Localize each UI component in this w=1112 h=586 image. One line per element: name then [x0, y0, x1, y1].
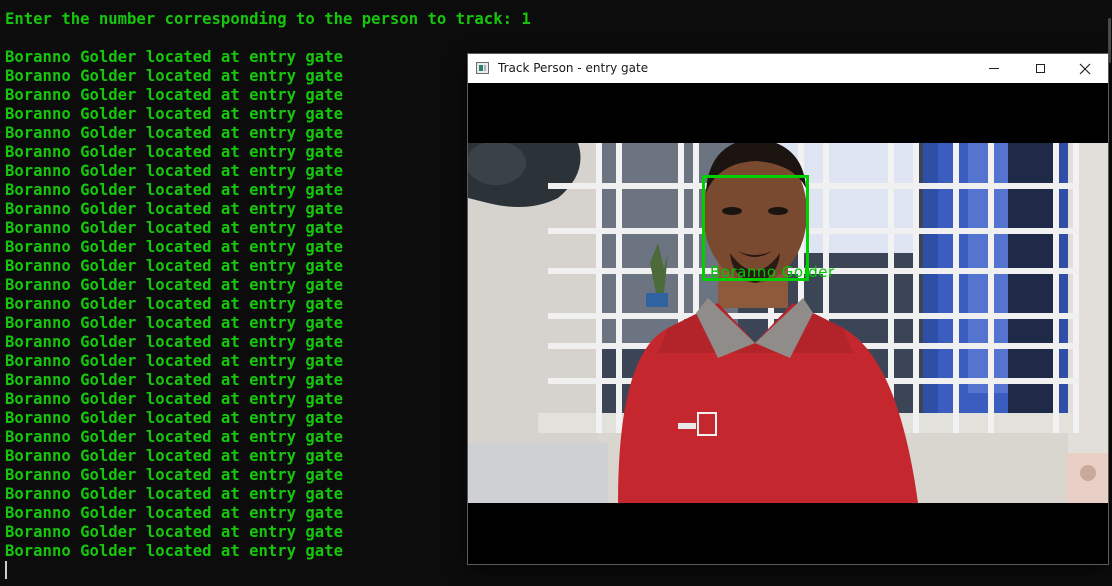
terminal-line: Boranno Golder located at entry gate [5, 67, 343, 85]
track-person-window[interactable]: Track Person - entry gate Boranno Golder [467, 53, 1109, 565]
camera-frame: Boranno Golder [468, 143, 1108, 503]
terminal-line: Boranno Golder located at entry gate [5, 162, 343, 180]
terminal-line: Boranno Golder located at entry gate [5, 352, 343, 370]
terminal-prompt: Enter the number corresponding to the pe… [5, 10, 531, 28]
terminal-line: Boranno Golder located at entry gate [5, 371, 343, 389]
terminal-line: Boranno Golder located at entry gate [5, 466, 343, 484]
terminal-line: Boranno Golder located at entry gate [5, 447, 343, 465]
terminal-cursor [5, 561, 7, 579]
terminal-output: Boranno Golder located at entry gate Bora… [5, 48, 343, 561]
terminal-line: Boranno Golder located at entry gate [5, 276, 343, 294]
terminal-line: Boranno Golder located at entry gate [5, 200, 343, 218]
terminal-line: Boranno Golder located at entry gate [5, 124, 343, 142]
terminal-line: Boranno Golder located at entry gate [5, 238, 343, 256]
terminal-line: Boranno Golder located at entry gate [5, 485, 343, 503]
terminal-line: Boranno Golder located at entry gate [5, 428, 343, 446]
terminal-line: Boranno Golder located at entry gate [5, 314, 343, 332]
terminal-line: Boranno Golder located at entry gate [5, 181, 343, 199]
terminal-line: Boranno Golder located at entry gate [5, 143, 343, 161]
terminal-line: Boranno Golder located at entry gate [5, 504, 343, 522]
close-icon [1079, 63, 1091, 74]
terminal-line: Boranno Golder located at entry gate [5, 333, 343, 351]
maximize-button[interactable] [1017, 54, 1063, 83]
close-button[interactable] [1062, 54, 1108, 83]
terminal-line: Boranno Golder located at entry gate [5, 48, 343, 66]
terminal-line: Boranno Golder located at entry gate [5, 409, 343, 427]
window-title: Track Person - entry gate [498, 61, 649, 75]
terminal-line: Boranno Golder located at entry gate [5, 257, 343, 275]
terminal-line: Boranno Golder located at entry gate [5, 86, 343, 104]
terminal-line: Boranno Golder located at entry gate [5, 295, 343, 313]
terminal-line: Boranno Golder located at entry gate [5, 523, 343, 541]
video-display: Boranno Golder [468, 83, 1108, 563]
minimize-icon [989, 68, 999, 69]
app-window-icon [476, 62, 489, 74]
terminal-line: Boranno Golder located at entry gate [5, 219, 343, 237]
maximize-icon [1035, 64, 1045, 73]
face-detection-label: Boranno Golder [710, 263, 835, 281]
minimize-button[interactable] [971, 54, 1017, 83]
terminal-line: Boranno Golder located at entry gate [5, 105, 343, 123]
window-titlebar[interactable]: Track Person - entry gate [468, 54, 1108, 83]
terminal-line: Boranno Golder located at entry gate [5, 542, 343, 560]
terminal-line: Boranno Golder located at entry gate [5, 390, 343, 408]
